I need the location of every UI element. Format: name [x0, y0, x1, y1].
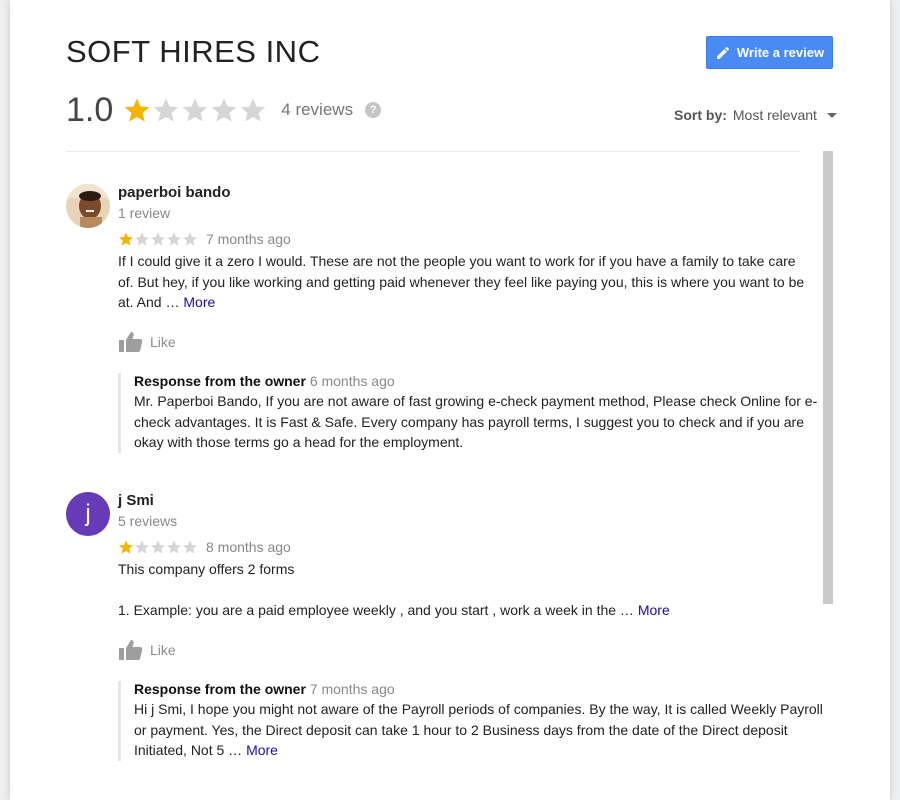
scrollbar[interactable]: [823, 151, 833, 604]
avatar[interactable]: [66, 184, 110, 228]
review-text: This company offers 2 forms 1. Example: …: [118, 559, 808, 621]
more-link[interactable]: More: [638, 602, 670, 618]
owner-response-text: Hi j Smi, I hope you might not aware of …: [134, 699, 824, 761]
review-body: paperboi bando 1 review 7 months ago If …: [118, 184, 808, 353]
owner-response: Response from the owner 7 months ago Hi …: [118, 681, 824, 761]
average-rating: 1.0: [66, 90, 114, 129]
review-text-content: If I could give it a zero I would. These…: [118, 253, 805, 310]
sort-value: Most relevant: [732, 107, 817, 123]
star-empty-icon: [183, 98, 208, 122]
star-empty-icon: [167, 540, 181, 554]
review-time: 8 months ago: [206, 539, 291, 555]
rating-summary: 1.0 4 reviews ?: [66, 90, 382, 130]
more-link[interactable]: More: [246, 742, 278, 758]
reviewer-name[interactable]: j Smi: [118, 492, 808, 509]
owner-response-header: Response from the owner 6 months ago: [134, 373, 824, 389]
more-link[interactable]: More: [183, 294, 215, 310]
reviewer-name[interactable]: paperboi bando: [118, 184, 808, 201]
review-count: 4 reviews: [281, 100, 354, 119]
star-empty-icon: [183, 540, 197, 554]
avatar[interactable]: j: [66, 492, 110, 536]
owner-response-label: Response from the owner: [134, 681, 306, 697]
review-body: j Smi 5 reviews 8 months ago This compan…: [118, 492, 808, 661]
owner-response-header: Response from the owner 7 months ago: [134, 681, 824, 697]
header-divider: [66, 151, 800, 152]
like-button[interactable]: Like: [118, 331, 808, 353]
thumbs-up-icon: [119, 331, 143, 352]
write-review-label: Write a review: [736, 45, 825, 60]
star-empty-icon: [135, 232, 149, 246]
star-empty-icon: [151, 232, 165, 246]
owner-response-content: Hi j Smi, I hope you might not aware of …: [134, 701, 823, 758]
star-empty-icon: [154, 98, 179, 122]
sort-label: Sort by:: [674, 107, 727, 123]
review-text: If I could give it a zero I would. These…: [118, 251, 808, 313]
star-filled-icon: [125, 98, 150, 122]
user-photo-icon: [66, 184, 110, 228]
average-star-rating: [123, 96, 267, 124]
owner-response-label: Response from the owner: [134, 373, 306, 389]
owner-response-time: 6 months ago: [309, 373, 395, 389]
review-text-line-2: 1. Example: you are a paid employee week…: [118, 600, 808, 621]
owner-response-text: Mr. Paperboi Bando, If you are not aware…: [134, 393, 818, 450]
review-text-content: 1. Example: you are a paid employee week…: [118, 602, 634, 618]
sort-dropdown[interactable]: Sort by: Most relevant: [674, 107, 837, 123]
star-empty-icon: [151, 540, 165, 554]
reviewer-meta: 5 reviews: [118, 513, 178, 529]
reviews-dialog: SOFT HIRES INC Write a review 1.0 4 revi…: [10, 0, 890, 800]
write-review-button[interactable]: Write a review: [706, 36, 833, 69]
like-button[interactable]: Like: [118, 639, 808, 661]
star-filled-icon: [119, 232, 133, 246]
star-filled-icon: [119, 540, 133, 554]
star-empty-icon: [212, 98, 237, 122]
review-rating: 7 months ago: [118, 231, 808, 247]
review-stars: [118, 231, 198, 247]
like-label: Like: [150, 333, 176, 350]
thumbs-up-icon: [119, 639, 143, 660]
star-empty-icon: [183, 232, 197, 246]
owner-response: Response from the owner 6 months ago Mr.…: [118, 373, 824, 453]
business-title: SOFT HIRES INC: [66, 34, 321, 69]
review-rating: 8 months ago: [118, 539, 808, 555]
help-icon[interactable]: ?: [365, 102, 382, 118]
star-empty-icon: [135, 540, 149, 554]
like-label: Like: [150, 641, 176, 658]
review-stars: [118, 539, 198, 555]
star-empty-icon: [167, 232, 181, 246]
owner-response-time: 7 months ago: [309, 681, 395, 697]
star-empty-icon: [241, 98, 266, 122]
chevron-down-icon: [826, 112, 837, 118]
reviewer-meta: 1 review: [118, 205, 171, 221]
review-text-line: This company offers 2 forms: [118, 561, 295, 577]
pencil-icon: [716, 46, 729, 59]
review-time: 7 months ago: [206, 231, 291, 247]
